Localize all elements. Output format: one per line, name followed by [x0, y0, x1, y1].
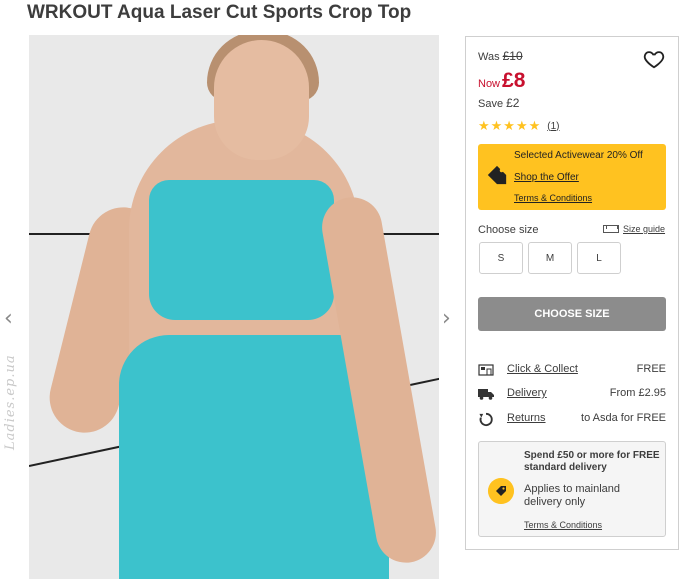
truck-icon — [478, 389, 494, 400]
click-collect-link[interactable]: Click & Collect — [507, 363, 578, 375]
offer-terms-link[interactable]: Terms & Conditions — [514, 193, 592, 203]
ruler-icon — [603, 225, 619, 233]
delivery-row-click-collect: Click & Collect FREE — [478, 362, 666, 380]
shop-offer-link[interactable]: Shop the Offer — [514, 172, 579, 183]
price-was-value: £10 — [502, 49, 523, 63]
product-info-panel: Was £10 Now£8 Save £2 ★★★★★ (1) Selected A… — [465, 36, 679, 550]
price-was: Was £10 — [478, 49, 523, 63]
product-image[interactable] — [29, 35, 439, 579]
heart-icon[interactable] — [643, 48, 665, 70]
returns-value: to Asda for FREE — [581, 412, 666, 424]
model-head — [214, 40, 309, 160]
delivery-link[interactable]: Delivery — [507, 387, 547, 399]
promo-headline: Spend £50 or more for FREE standard deli… — [524, 450, 660, 473]
price-tag-icon — [487, 165, 507, 185]
size-option-l[interactable]: L — [577, 242, 621, 274]
chevron-right-icon[interactable]: › — [442, 306, 451, 331]
return-icon — [479, 412, 493, 427]
delivery-row-delivery: Delivery From £2.95 — [478, 386, 666, 404]
price-was-label: Was — [478, 51, 500, 63]
size-guide-link[interactable]: Size guide — [603, 224, 665, 234]
price-now-value: £8 — [502, 69, 526, 92]
promo-terms-link[interactable]: Terms & Conditions — [524, 520, 602, 530]
promo-body: Applies to mainland delivery only — [524, 483, 621, 508]
review-count-link[interactable]: (1) — [547, 121, 559, 132]
rating[interactable]: ★★★★★ (1) — [478, 118, 560, 134]
size-guide-label: Size guide — [623, 224, 666, 234]
click-collect-value: FREE — [636, 363, 666, 375]
returns-link[interactable]: Returns — [507, 412, 546, 424]
price-now-label: Now — [478, 78, 501, 90]
delivery-row-returns: Returns to Asda for FREE — [478, 411, 666, 429]
delivery-value: From £2.95 — [609, 387, 666, 399]
size-option-s[interactable]: S — [479, 242, 523, 274]
offer-title: Selected Activewear 20% Off — [514, 150, 643, 161]
offer-banner: Selected Activewear 20% Off Shop the Off… — [478, 144, 666, 210]
choose-size-button[interactable]: CHOOSE SIZE — [478, 297, 666, 331]
delivery-promo-box: Spend £50 or more for FREE standard deli… — [478, 441, 666, 537]
product-title: WRKOUT Aqua Laser Cut Sports Crop Top — [27, 2, 412, 23]
size-label: Choose size — [478, 224, 539, 236]
price-save: Save £2 — [478, 96, 519, 110]
crop-top-garment — [149, 180, 334, 320]
tag-icon — [488, 478, 514, 504]
chevron-left-icon[interactable]: ‹ — [4, 306, 13, 331]
price-save-value: £2 — [506, 96, 520, 110]
store-icon — [478, 364, 494, 376]
image-watermark: Ladies.ep.ua — [3, 354, 18, 450]
price-now: Now£8 — [478, 69, 525, 93]
star-rating-icon: ★★★★★ — [478, 118, 542, 133]
price-save-label: Save — [478, 98, 504, 110]
size-option-m[interactable]: M — [528, 242, 572, 274]
